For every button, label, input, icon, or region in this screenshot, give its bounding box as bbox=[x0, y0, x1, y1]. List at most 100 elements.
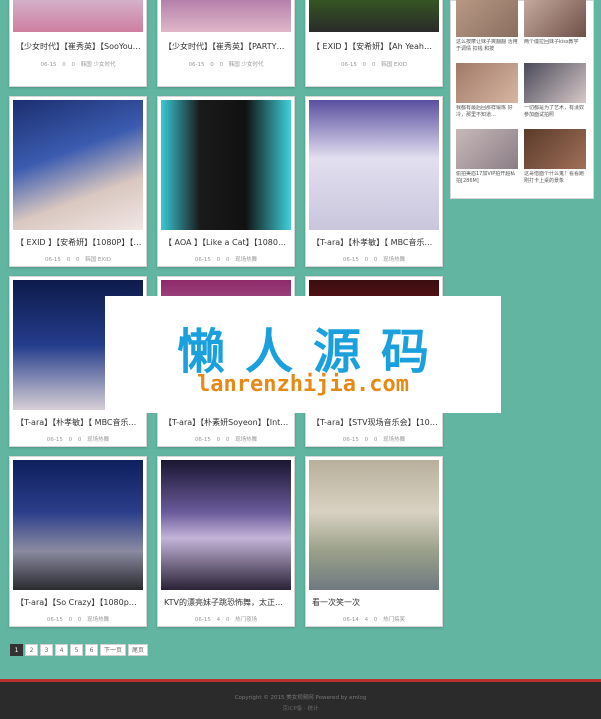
date-text: 06-15 bbox=[46, 437, 63, 443]
video-card[interactable]: KTV的漂亮妹子跳恐怖舞，太正点了！ 06-15 4 0 热门夜场 bbox=[157, 456, 295, 627]
video-title[interactable]: 【T-ara】【朴素妍Soyeon】【Intro ... bbox=[164, 417, 290, 428]
comments-count: 0 bbox=[225, 617, 230, 623]
video-meta: 06-15 4 0 热门夜场 bbox=[158, 615, 294, 623]
category-link[interactable]: 韩国 少女时代 bbox=[229, 62, 264, 68]
video-thumbnail[interactable] bbox=[13, 100, 143, 230]
video-thumbnail[interactable] bbox=[161, 0, 291, 32]
sidebar-item[interactable]: 这么按摩让妹子爽翻翻 活用于调情 扣钱 和按 bbox=[456, 0, 520, 53]
video-thumbnail[interactable] bbox=[161, 100, 291, 230]
date-text: 06-15 bbox=[44, 257, 61, 263]
video-meta: 06-15 0 0 韩国 EXID bbox=[306, 60, 442, 68]
sidebar-caption[interactable]: 这哥借面个什么鬼！看看跑刚打卡上桌的景象 bbox=[524, 171, 588, 185]
sidebar-caption[interactable]: 这么按摩让妹子爽翻翻 活用于调情 扣钱 和按 bbox=[456, 39, 520, 53]
sidebar-item[interactable]: 一切都是为了艺术，有漢奴参加面试拍照 bbox=[524, 63, 588, 119]
views-count: 4 bbox=[364, 617, 369, 623]
sidebar-item[interactable]: 两个僵拉回妹子kiss教学 bbox=[524, 0, 588, 53]
sidebar-thumbnail[interactable] bbox=[456, 129, 518, 169]
sidebar-thumbnail[interactable] bbox=[524, 0, 586, 37]
views-count: 0 bbox=[362, 62, 367, 68]
video-thumbnail[interactable] bbox=[161, 460, 291, 590]
sidebar-widget: 这么按摩让妹子爽翻翻 活用于调情 扣钱 和按 两个僵拉回妹子kiss教学 我都有… bbox=[450, 0, 594, 199]
video-title[interactable]: 【T-ara】【So Crazy】【1080p】【... bbox=[16, 597, 142, 608]
comments-count: 0 bbox=[219, 62, 223, 68]
comments-count: 0 bbox=[77, 437, 82, 443]
sidebar-thumbnail[interactable] bbox=[524, 129, 586, 169]
video-title[interactable]: 【少女时代】【崔秀英】【SooYoung】 bbox=[16, 41, 142, 52]
video-meta: 06-15 0 0 现场热舞 bbox=[306, 435, 442, 443]
date-text: 06-15 bbox=[194, 257, 211, 263]
video-title[interactable]: 【少女时代】【崔秀英】【PARTY】【... bbox=[164, 41, 290, 52]
video-title[interactable]: 【 EXID 】【安希妍】【Ah Yeah】【... bbox=[312, 41, 438, 52]
comments-count: 0 bbox=[371, 62, 376, 68]
video-card[interactable]: 【 EXID 】【安希妍】【Ah Yeah】【... 06-15 0 0 韩国 … bbox=[305, 0, 443, 87]
date-text: 06-15 bbox=[342, 437, 359, 443]
last-page-link[interactable]: 尾页 bbox=[128, 644, 149, 656]
page-5-link[interactable]: 5 bbox=[70, 644, 83, 656]
video-title[interactable]: 看一次笑一次 bbox=[312, 597, 438, 608]
video-thumbnail[interactable] bbox=[309, 100, 439, 230]
sidebar-item[interactable]: 我都有最后回那样锻炼 好冷，那里不知道... bbox=[456, 63, 520, 119]
page-6-link[interactable]: 6 bbox=[85, 644, 98, 656]
date-text: 06-15 bbox=[342, 257, 359, 263]
video-thumbnail[interactable] bbox=[13, 0, 143, 32]
video-title[interactable]: 【 EXID 】【安希妍】【1080P】【1... bbox=[16, 237, 142, 248]
sidebar-caption[interactable]: 两个僵拉回妹子kiss教学 bbox=[524, 39, 588, 53]
page-2-link[interactable]: 2 bbox=[25, 644, 38, 656]
pagination: 1 2 3 4 5 6 下一页 尾页 bbox=[10, 644, 149, 656]
views-count: 4 bbox=[216, 617, 221, 623]
video-thumbnail[interactable] bbox=[309, 0, 439, 32]
video-title[interactable]: 【T-ara】【STV现场音乐会】【1080... bbox=[312, 417, 438, 428]
views-count: 0 bbox=[68, 437, 73, 443]
comments-count: 0 bbox=[225, 257, 230, 263]
page-4-link[interactable]: 4 bbox=[55, 644, 68, 656]
category-link[interactable]: 热门搞笑 bbox=[383, 617, 405, 623]
video-thumbnail[interactable] bbox=[13, 460, 143, 590]
sidebar-thumbnail[interactable] bbox=[456, 0, 518, 37]
video-card[interactable]: 【 AOA 】【Like a Cat】【1080P】... 06-15 0 0 … bbox=[157, 96, 295, 267]
comments-count: 0 bbox=[373, 257, 378, 263]
sidebar-caption[interactable]: 我都有最后回那样锻炼 好冷，那里不知道... bbox=[456, 105, 520, 119]
sidebar-item[interactable]: 这哥借面个什么鬼！看看跑刚打卡上桌的景象 bbox=[524, 129, 588, 185]
category-link[interactable]: 韩国 少女时代 bbox=[81, 62, 116, 68]
sidebar-caption[interactable]: 偷拍美眉17加VIP拍开超私拍[286M] bbox=[456, 171, 520, 185]
views-count: 0 bbox=[62, 62, 66, 68]
sidebar-caption[interactable]: 一切都是为了艺术，有漢奴参加面试拍照 bbox=[524, 105, 588, 119]
page-3-link[interactable]: 3 bbox=[40, 644, 53, 656]
video-card[interactable]: 【少女时代】【崔秀英】【PARTY】【... 06-15 0 0 韩国 少女时代 bbox=[157, 0, 295, 87]
page-1-link[interactable]: 1 bbox=[10, 644, 23, 656]
video-meta: 06-15 0 0 韩国 EXID bbox=[10, 255, 146, 263]
video-thumbnail[interactable] bbox=[309, 460, 439, 590]
category-link[interactable]: 现场热舞 bbox=[383, 437, 405, 443]
video-title[interactable]: KTV的漂亮妹子跳恐怖舞，太正点了！ bbox=[164, 597, 290, 608]
comments-count: 0 bbox=[77, 617, 82, 623]
video-card[interactable]: 【少女时代】【崔秀英】【SooYoung】 06-15 0 0 韩国 少女时代 bbox=[9, 0, 147, 87]
date-text: 06-15 bbox=[340, 62, 357, 68]
video-card[interactable]: 【 EXID 】【安希妍】【1080P】【1... 06-15 0 0 韩国 E… bbox=[9, 96, 147, 267]
views-count: 0 bbox=[66, 257, 71, 263]
video-title[interactable]: 【 AOA 】【Like a Cat】【1080P】... bbox=[164, 237, 290, 248]
video-card[interactable]: 【T-ara】【So Crazy】【1080p】【... 06-15 0 0 现… bbox=[9, 456, 147, 627]
category-link[interactable]: 韩国 EXID bbox=[381, 62, 407, 68]
category-link[interactable]: 热门夜场 bbox=[235, 617, 257, 623]
video-meta: 06-15 0 0 现场热舞 bbox=[158, 435, 294, 443]
video-meta: 06-14 4 0 热门搞笑 bbox=[306, 615, 442, 623]
date-text: 06-15 bbox=[194, 437, 211, 443]
views-count: 0 bbox=[68, 617, 73, 623]
sidebar-thumbnail[interactable] bbox=[456, 63, 518, 103]
video-card[interactable]: 看一次笑一次 06-14 4 0 热门搞笑 bbox=[305, 456, 443, 627]
views-count: 0 bbox=[216, 257, 221, 263]
category-link[interactable]: 现场热舞 bbox=[87, 617, 109, 623]
video-title[interactable]: 【T-ara】【朴孝敏】【 MBC音乐... bbox=[16, 417, 142, 428]
comments-count: 0 bbox=[373, 437, 378, 443]
category-link[interactable]: 现场热舞 bbox=[235, 257, 257, 263]
sidebar-item[interactable]: 偷拍美眉17加VIP拍开超私拍[286M] bbox=[456, 129, 520, 185]
category-link[interactable]: 韩国 EXID bbox=[85, 257, 111, 263]
category-link[interactable]: 现场热舞 bbox=[87, 437, 109, 443]
video-card[interactable]: 【T-ara】【朴孝敏】【 MBC音乐... 06-15 0 0 现场热舞 bbox=[305, 96, 443, 267]
next-page-link[interactable]: 下一页 bbox=[100, 644, 127, 656]
video-title[interactable]: 【T-ara】【朴孝敏】【 MBC音乐... bbox=[312, 237, 438, 248]
date-text: 06-15 bbox=[40, 62, 57, 68]
sidebar-thumbnail[interactable] bbox=[524, 63, 586, 103]
category-link[interactable]: 现场热舞 bbox=[235, 437, 257, 443]
category-link[interactable]: 现场热舞 bbox=[383, 257, 405, 263]
